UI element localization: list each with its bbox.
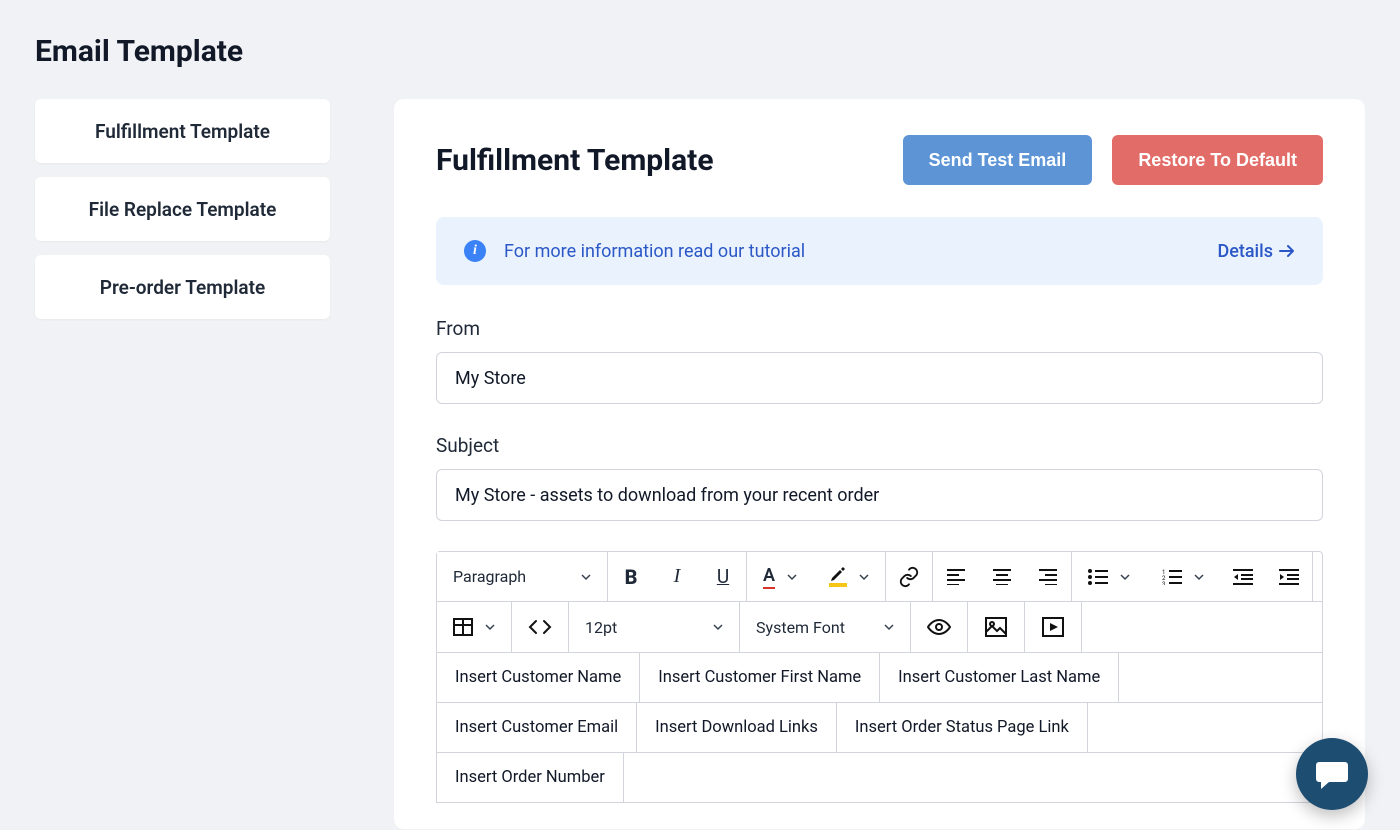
sidebar-item-label: Fulfillment Template [95,120,270,143]
indent-button[interactable] [1266,552,1312,601]
template-editor-card: Fulfillment Template Send Test Email Res… [394,99,1365,829]
sidebar-item-fulfillment[interactable]: Fulfillment Template [35,99,330,163]
italic-button[interactable]: I [654,552,700,601]
bold-button[interactable]: B [608,552,654,601]
merge-customer-last-name[interactable]: Insert Customer Last Name [880,653,1119,703]
rich-text-toolbar: Paragraph B I U A [436,551,1323,653]
numbered-list-icon: 123 [1162,569,1182,585]
merge-customer-first-name[interactable]: Insert Customer First Name [640,653,880,703]
image-icon [985,617,1007,637]
align-right-button[interactable] [1025,552,1071,601]
eye-icon [927,619,951,635]
align-left-icon [946,569,966,585]
text-color-icon: A [763,565,775,589]
insert-media-button[interactable] [1025,602,1081,652]
underline-button[interactable]: U [700,552,746,601]
source-code-button[interactable] [512,602,568,652]
chevron-down-icon [485,622,495,632]
insert-image-button[interactable] [968,602,1024,652]
align-left-button[interactable] [933,552,979,601]
outdent-button[interactable] [1220,552,1266,601]
arrow-right-icon [1279,244,1295,258]
font-family-select[interactable]: System Font [740,602,910,652]
indent-icon [1279,569,1299,585]
chevron-down-icon [713,622,723,632]
chevron-down-icon [1194,572,1204,582]
sidebar-item-pre-order[interactable]: Pre-order Template [35,255,330,319]
template-sidebar: Fulfillment Template File Replace Templa… [35,99,330,319]
sidebar-item-label: Pre-order Template [100,276,265,299]
block-format-value: Paragraph [453,567,526,586]
code-icon [528,619,552,635]
merge-order-number[interactable]: Insert Order Number [437,753,624,803]
link-button[interactable] [886,552,932,601]
media-icon [1042,617,1064,637]
block-format-select[interactable]: Paragraph [437,552,607,601]
font-size-select[interactable]: 12pt [569,602,739,652]
merge-customer-email[interactable]: Insert Customer Email [437,703,637,753]
merge-customer-name[interactable]: Insert Customer Name [437,653,640,703]
chat-icon [1315,758,1349,790]
chevron-down-icon [1120,572,1130,582]
from-input[interactable] [436,352,1323,404]
font-size-value: 12pt [585,618,617,637]
numbered-list-button[interactable]: 123 [1146,552,1220,601]
align-center-icon [992,569,1012,585]
from-label: From [436,317,1323,340]
page-title: Email Template [0,0,1400,99]
chevron-down-icon [581,572,591,582]
merge-download-links[interactable]: Insert Download Links [637,703,837,753]
info-icon: i [464,240,486,262]
sidebar-item-label: File Replace Template [89,198,277,221]
merge-order-status-link[interactable]: Insert Order Status Page Link [837,703,1088,753]
link-icon [898,566,920,588]
send-test-email-button[interactable]: Send Test Email [903,135,1093,185]
chat-widget-button[interactable] [1296,738,1368,810]
text-color-button[interactable]: A [747,552,813,601]
merge-tag-bar: Insert Customer Name Insert Customer Fir… [436,653,1323,803]
card-title: Fulfillment Template [436,143,903,178]
tutorial-link[interactable]: For more information read our tutorial [504,241,1217,262]
chevron-down-icon [859,572,869,582]
align-right-icon [1038,569,1058,585]
subject-input[interactable] [436,469,1323,521]
chevron-down-icon [787,572,797,582]
align-center-button[interactable] [979,552,1025,601]
table-icon [453,618,473,636]
chevron-down-icon [884,622,894,632]
highlight-color-button[interactable] [813,552,885,601]
font-family-value: System Font [756,618,845,637]
preview-button[interactable] [911,602,967,652]
restore-default-button[interactable]: Restore To Default [1112,135,1323,185]
sidebar-item-file-replace[interactable]: File Replace Template [35,177,330,241]
subject-label: Subject [436,434,1323,457]
table-button[interactable] [437,602,511,652]
details-link[interactable]: Details [1217,241,1295,262]
outdent-icon [1233,569,1253,585]
info-banner: i For more information read our tutorial… [436,217,1323,285]
highlight-icon [829,567,847,587]
svg-text:3: 3 [1162,581,1165,585]
bullet-list-icon [1088,569,1108,585]
bullet-list-button[interactable] [1072,552,1146,601]
details-label: Details [1217,241,1273,262]
